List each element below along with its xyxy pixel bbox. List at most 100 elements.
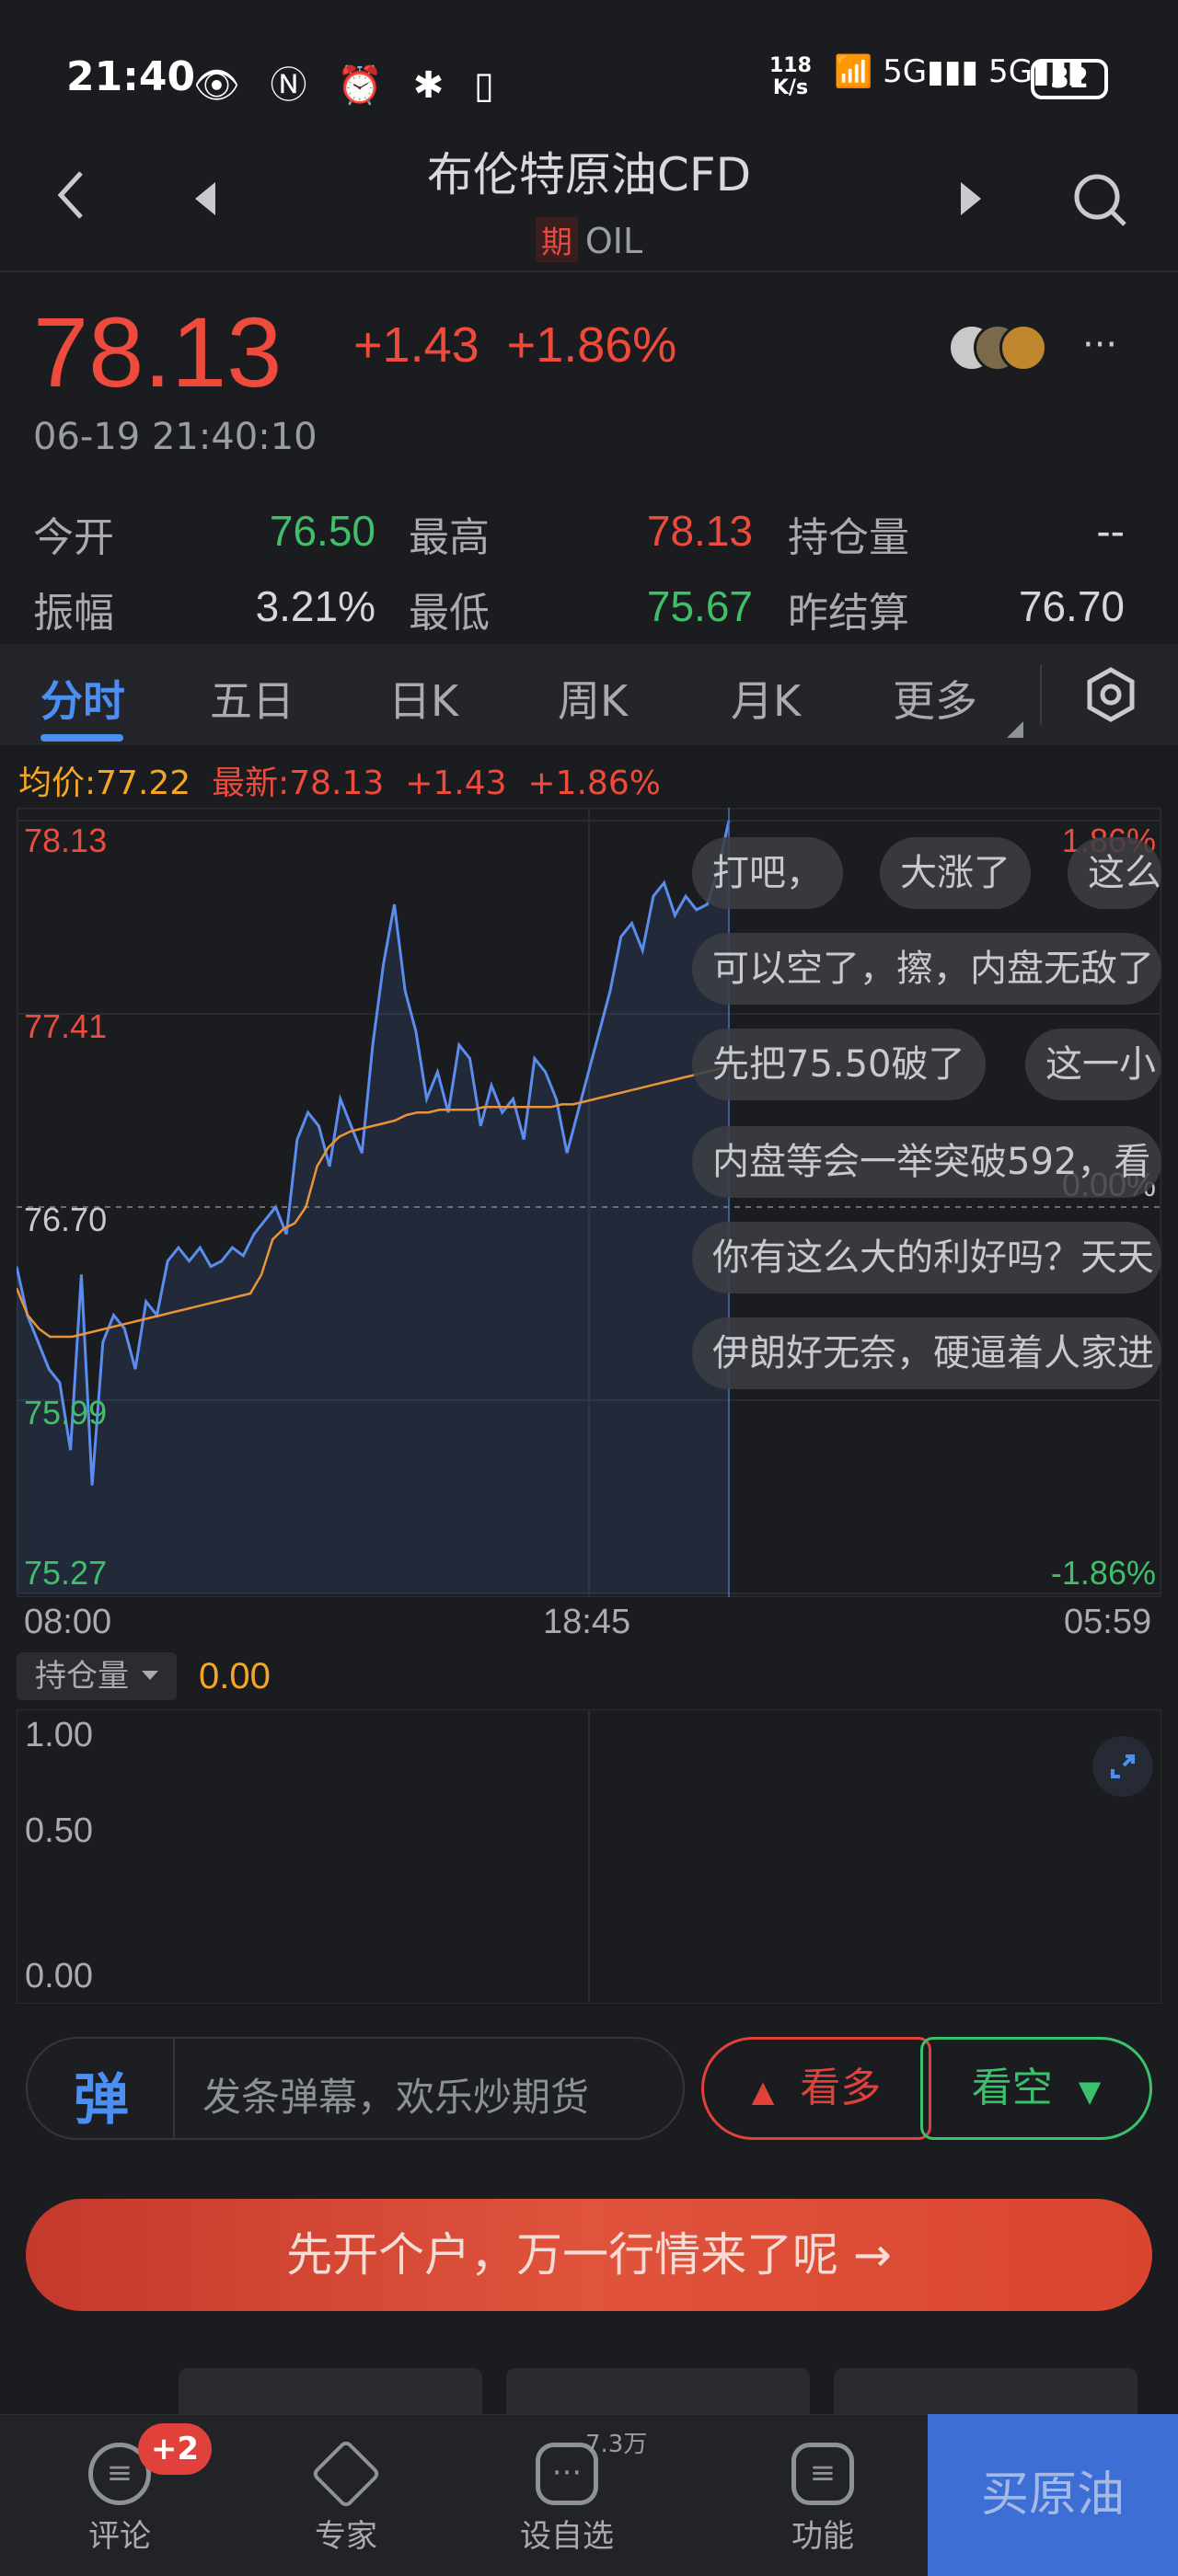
futures-tag: 期 (535, 217, 578, 262)
danmaku-bubble: 这一小 (1025, 1029, 1161, 1100)
caret-up-icon: ▲ (751, 2074, 775, 2109)
status-icons: 👁 Ⓝ ⏰ ✱ ▯ (193, 64, 503, 107)
menu-icon: ≡ (791, 2443, 854, 2505)
danmaku-bubble: 你有这么大的利好吗？天天 (692, 1222, 1161, 1294)
danmaku-toggle-icon[interactable]: 弹 (74, 2055, 129, 2135)
bullish-button[interactable]: ▲ 看多 (701, 2037, 931, 2140)
x-tick-label: 08:00 (24, 1603, 112, 1641)
avg-price-label: 均价:77.22 (18, 765, 191, 802)
y-tick-label: 77.41 (24, 1007, 107, 1045)
stat-value: 75.67 (646, 582, 753, 630)
nav-experts-label: 专家 (315, 2518, 377, 2555)
stat-value: 76.50 (269, 507, 375, 555)
danmaku-placeholder: 发条弹幕，欢乐炒期货 (202, 2075, 590, 2120)
chart-settings-button[interactable] (1082, 666, 1139, 727)
y-tick-label: 76.70 (24, 1201, 107, 1238)
oi-y-tick: 1.00 (25, 1716, 93, 1754)
nav-experts[interactable]: 专家 (272, 2438, 420, 2556)
danmaku-bubble: 内盘等会一举突破592，看 (692, 1126, 1161, 1198)
buy-oil-button[interactable]: 买原油 (928, 2414, 1178, 2576)
watchlist-count: 7.3万 (585, 2431, 648, 2458)
intraday-chart[interactable]: 78.1377.4176.7075.9975.271.86%0.00%-1.86… (17, 808, 1161, 1597)
expand-icon (1111, 1754, 1135, 1778)
last-price: 78.13 (33, 296, 283, 408)
search-button[interactable] (1071, 171, 1130, 234)
avatar (999, 324, 1047, 372)
tab-weekly-k[interactable]: 周K (558, 668, 628, 729)
tab-divider (1040, 664, 1042, 725)
header-divider (0, 270, 1178, 272)
open-interest-chart: 1.00 0.50 0.00 (17, 1709, 1161, 2004)
danmaku-input[interactable]: 弹 发条弹幕，欢乐炒期货 (26, 2037, 685, 2140)
danmaku-bubble: 打吧， (692, 837, 843, 909)
y-tick-label: 78.13 (24, 822, 107, 859)
price-change-pct: +1.86% (506, 317, 677, 373)
danmaku-bubble: 大涨了 (880, 837, 1031, 909)
status-time: 21:40 (66, 53, 196, 100)
tab-more[interactable]: 更多 (893, 668, 977, 729)
diamond-icon (310, 2438, 382, 2510)
page-title: 布伦特原油CFD (426, 148, 752, 201)
gear-icon (1087, 667, 1135, 722)
y-pct-tick-label: -1.86% (1051, 1554, 1156, 1592)
danmaku-bubble: 先把75.50破了 (692, 1029, 986, 1100)
stat-label: 振幅 (33, 590, 114, 637)
legend-change: +1.43 (405, 765, 507, 802)
price-change-abs: +1.43 (353, 317, 479, 373)
caret-down-icon: ▼ (1078, 2074, 1102, 2109)
price-change: +1.43 +1.86% (353, 316, 676, 374)
network-speed-unit: K/s (772, 76, 809, 99)
tab-intraday[interactable]: 分时 (40, 668, 125, 729)
indicator-selector-label: 持仓量 (35, 1658, 129, 1695)
open-account-banner[interactable]: 先开个户，万一行情来了呢 → (26, 2199, 1152, 2311)
nav-watchlist-label: 设自选 (520, 2518, 614, 2555)
nav-add-watchlist[interactable]: ··· 设自选 (493, 2443, 641, 2556)
stat-label: 最低 (409, 590, 490, 637)
danmaku-bubble: 这么 (1068, 837, 1161, 909)
tab-monthly-k[interactable]: 月K (731, 668, 801, 729)
nav-functions[interactable]: ≡ 功能 (749, 2443, 896, 2556)
bullish-label: 看多 (800, 2064, 882, 2111)
stat-label: 最高 (409, 514, 490, 561)
chart-legend: 均价:77.22 最新:78.13 +1.43 +1.86% (18, 756, 661, 804)
stat-label: 昨结算 (788, 590, 909, 637)
caret-down-icon (142, 1671, 158, 1680)
y-tick-label: 75.27 (24, 1554, 107, 1592)
network-speed-value: 118 (769, 54, 812, 77)
tab-five-day[interactable]: 五日 (210, 668, 294, 729)
bearish-label: 看空 (971, 2064, 1053, 2111)
stat-value: 78.13 (646, 507, 753, 555)
nav-functions-label: 功能 (791, 2518, 854, 2555)
search-icon (1074, 174, 1126, 226)
y-tick-label: 75.99 (24, 1394, 107, 1432)
oi-y-tick: 0.00 (25, 1957, 93, 1995)
contract-code-text: OIL (584, 221, 643, 261)
x-tick-label: 05:59 (1064, 1603, 1152, 1641)
stat-value: 3.21% (255, 582, 375, 630)
battery-icon: 32 (1031, 59, 1108, 99)
nav-comments-label: 评论 (88, 2518, 151, 2555)
active-tab-indicator (40, 734, 123, 742)
status-bar: 21:40 👁 Ⓝ ⏰ ✱ ▯ 118 K/s 📶 5G▮▮▮ 5G▮▮▮ 32 (0, 0, 1178, 138)
stat-value: -- (1096, 507, 1125, 555)
network-speed: 118 K/s (769, 55, 812, 99)
comment-count-badge: +2 (138, 2423, 212, 2475)
legend-change-pct: +1.86% (527, 765, 661, 802)
indicator-selector[interactable]: 持仓量 (17, 1652, 177, 1700)
more-icon[interactable]: ··· (1082, 324, 1117, 366)
stat-label: 持仓量 (788, 514, 909, 561)
quote-timestamp: 06-19 21:40:10 (33, 416, 318, 458)
danmaku-bubble: 伊朗好无奈，硬逼着人家进 (692, 1317, 1161, 1389)
open-interest-value: 0.00 (199, 1656, 271, 1696)
fullscreen-button[interactable] (1092, 1736, 1153, 1797)
danmaku-bubble: 可以空了，擦，内盘无敌了 (692, 933, 1161, 1005)
next-contract-button[interactable] (957, 180, 985, 221)
bearish-button[interactable]: 看空 ▼ (920, 2037, 1152, 2140)
stat-label: 今开 (33, 514, 114, 561)
period-tabs: 分时 五日 日K 周K 月K 更多 (0, 644, 1178, 745)
oi-y-tick: 0.50 (25, 1811, 93, 1850)
tab-daily-k[interactable]: 日K (388, 668, 458, 729)
input-divider (173, 2039, 175, 2138)
intraday-chart-svg: 78.1377.4176.7075.9975.271.86%0.00%-1.86… (17, 808, 1161, 1597)
triangle-right-icon (961, 182, 981, 215)
